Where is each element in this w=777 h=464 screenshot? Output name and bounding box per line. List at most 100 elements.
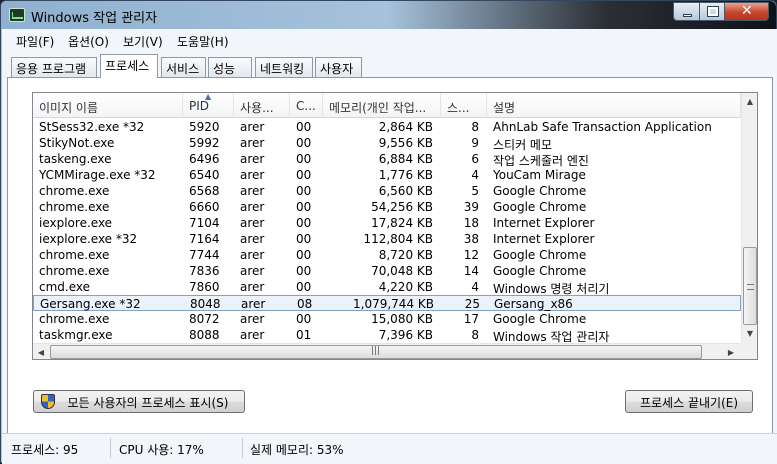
- column-header-image-name[interactable]: 이미지 이름: [33, 93, 183, 118]
- cell-threads: 5: [471, 184, 479, 198]
- horizontal-scrollbar[interactable]: ◀ ||| ▶: [33, 343, 741, 359]
- cell-cpu: 00: [296, 136, 312, 150]
- vertical-scrollbar[interactable]: ▲ ▼: [741, 93, 757, 343]
- cell-cpu: 00: [296, 200, 312, 214]
- cell-cpu: 00: [296, 216, 312, 230]
- column-header-user[interactable]: 사용...: [234, 93, 290, 118]
- column-header-threads[interactable]: 스...: [441, 93, 487, 118]
- cell-memory: 7,396 KB: [378, 328, 433, 342]
- title-bar[interactable]: Windows 작업 관리자 ✕: [1, 1, 776, 29]
- process-row[interactable]: taskeng.exe 6496 arer 00 6,884 KB 6 작업 스케줄러 엔진: [33, 151, 741, 168]
- minimize-icon: [683, 14, 692, 17]
- end-process-button[interactable]: 프로세스 끝내기(E): [625, 390, 753, 413]
- cell-user: arer: [240, 328, 265, 342]
- cell-pid: 7104: [189, 216, 220, 230]
- task-manager-window: Windows 작업 관리자 ✕ 파일(F) 옵션(O) 보기(V) 도움말(H…: [0, 0, 777, 464]
- cell-image-name: StikyNot.exe: [39, 136, 115, 150]
- cell-image-name: StSess32.exe *32: [39, 120, 145, 134]
- cell-threads: 18: [463, 216, 479, 230]
- scrollbar-corner: [741, 343, 757, 359]
- close-button[interactable]: ✕: [724, 2, 769, 21]
- process-row[interactable]: StikyNot.exe 5992 arer 00 9,556 KB 9 스티커 메모: [33, 135, 741, 152]
- tab-networking[interactable]: 네트워킹: [255, 57, 313, 77]
- tab-services[interactable]: 서비스: [161, 57, 206, 77]
- process-row[interactable]: taskmgr.exe 8088 arer 01 7,396 KB 8 Windows 작업…: [33, 327, 741, 344]
- cell-threads: 6: [471, 152, 479, 166]
- cell-memory: 112,804 KB: [363, 232, 433, 246]
- horizontal-scroll-thumb[interactable]: |||: [50, 345, 702, 359]
- window-title: Windows 작업 관리자: [31, 11, 158, 26]
- process-row[interactable]: chrome.exe 7744 arer 00 8,720 KB 12 Google Chr…: [33, 247, 741, 263]
- cell-memory: 70,048 KB: [371, 264, 433, 278]
- cell-user: arer: [240, 312, 265, 326]
- status-cpu-usage: CPU 사용: 17%: [119, 443, 204, 457]
- scroll-down-icon[interactable]: ▼: [742, 325, 757, 342]
- column-header-description[interactable]: 설명: [487, 93, 741, 118]
- cell-image-name: chrome.exe: [39, 264, 110, 278]
- menu-options[interactable]: 옵션(O): [68, 33, 109, 50]
- processes-panel: 이미지 이름 PID ▲ 사용... C... 메모리(개인 작업... 스..…: [7, 77, 773, 437]
- minimize-button[interactable]: [673, 2, 700, 21]
- cell-image-name: chrome.exe: [39, 248, 110, 262]
- menu-help[interactable]: 도움말(H): [177, 33, 229, 50]
- cell-memory: 54,256 KB: [371, 200, 433, 214]
- tab-performance[interactable]: 성능: [208, 57, 252, 77]
- menu-view[interactable]: 보기(V): [123, 33, 163, 50]
- tab-processes[interactable]: 프로세스: [100, 54, 158, 78]
- cell-threads: 25: [464, 297, 480, 311]
- cell-cpu: 00: [296, 168, 312, 182]
- process-row[interactable]: Gersang.exe *32 8048 arer 08 1,079,744 KB 25 G…: [33, 295, 741, 311]
- column-header-memory[interactable]: 메모리(개인 작업...: [323, 93, 441, 118]
- cell-user: arer: [240, 216, 265, 230]
- cell-pid: 6540: [189, 168, 220, 182]
- show-all-users-processes-button[interactable]: 모든 사용자의 프로세스 표시(S): [33, 390, 245, 413]
- cell-user: arer: [240, 168, 265, 182]
- cell-user: arer: [240, 280, 265, 294]
- column-header-cpu[interactable]: C...: [290, 93, 323, 118]
- cell-cpu: 00: [296, 280, 312, 294]
- scroll-up-icon[interactable]: ▲: [742, 93, 757, 110]
- tab-applications[interactable]: 응용 프로그램: [11, 57, 97, 77]
- process-row[interactable]: cmd.exe 7860 arer 00 4,220 KB 4 Windows 명령 처리기: [33, 279, 741, 296]
- process-row[interactable]: YCMMirage.exe *32 6540 arer 00 1,776 KB 4 YouC…: [33, 167, 741, 183]
- process-row[interactable]: chrome.exe 8072 arer 00 15,080 KB 17 Google Ch…: [33, 311, 741, 327]
- cell-pid: 5992: [189, 136, 220, 150]
- show-all-users-processes-label: 모든 사용자의 프로세스 표시(S): [67, 396, 229, 410]
- close-icon: ✕: [741, 3, 753, 19]
- cell-memory: 1,079,744 KB: [353, 297, 434, 311]
- menu-file[interactable]: 파일(F): [16, 33, 54, 50]
- cell-pid: 6568: [189, 184, 220, 198]
- cell-description: Gersang_x86: [494, 297, 573, 311]
- column-header-pid[interactable]: PID ▲: [183, 93, 234, 118]
- cell-description: Google Chrome: [493, 312, 587, 326]
- process-row[interactable]: chrome.exe 7836 arer 00 70,048 KB 14 Google Ch…: [33, 263, 741, 279]
- cell-threads: 12: [463, 248, 479, 262]
- scroll-left-icon[interactable]: ◀: [33, 344, 49, 359]
- process-row[interactable]: iexplore.exe 7104 arer 00 17,824 KB 18 Interne…: [33, 215, 741, 231]
- cell-cpu: 00: [296, 248, 312, 262]
- status-divider: [242, 438, 243, 458]
- cell-memory: 17,824 KB: [371, 216, 433, 230]
- column-header-row: 이미지 이름 PID ▲ 사용... C... 메모리(개인 작업... 스..…: [33, 93, 741, 118]
- scroll-right-icon[interactable]: ▶: [723, 344, 739, 359]
- maximize-button[interactable]: [699, 2, 725, 21]
- cell-memory: 1,776 KB: [378, 168, 433, 182]
- process-row[interactable]: StSess32.exe *32 5920 arer 00 2,864 KB 8 AhnLa…: [33, 119, 741, 135]
- cell-threads: 8: [471, 328, 479, 342]
- cell-description: AhnLab Safe Transaction Application: [493, 120, 712, 134]
- cell-user: arer: [240, 232, 265, 246]
- cell-description: Google Chrome: [493, 264, 587, 278]
- cell-description: YouCam Mirage: [493, 168, 586, 182]
- process-row[interactable]: iexplore.exe *32 7164 arer 00 112,804 KB 38 In…: [33, 231, 741, 247]
- cell-threads: 14: [463, 264, 479, 278]
- tab-users[interactable]: 사용자: [315, 57, 362, 77]
- cell-user: arer: [240, 152, 265, 166]
- cell-description: Internet Explorer: [493, 232, 595, 246]
- cell-cpu: 00: [296, 264, 312, 278]
- cell-cpu: 08: [297, 297, 313, 311]
- process-row[interactable]: chrome.exe 6660 arer 00 54,256 KB 39 Google Ch…: [33, 199, 741, 215]
- process-row[interactable]: chrome.exe 6568 arer 00 6,560 KB 5 Google Chro…: [33, 183, 741, 199]
- vertical-scroll-thumb[interactable]: [743, 247, 757, 325]
- tab-area: 응용 프로그램 프로세스 서비스 성능 네트워킹 사용자 이미지 이름 PID …: [2, 53, 777, 464]
- process-list[interactable]: 이미지 이름 PID ▲ 사용... C... 메모리(개인 작업... 스..…: [32, 92, 758, 360]
